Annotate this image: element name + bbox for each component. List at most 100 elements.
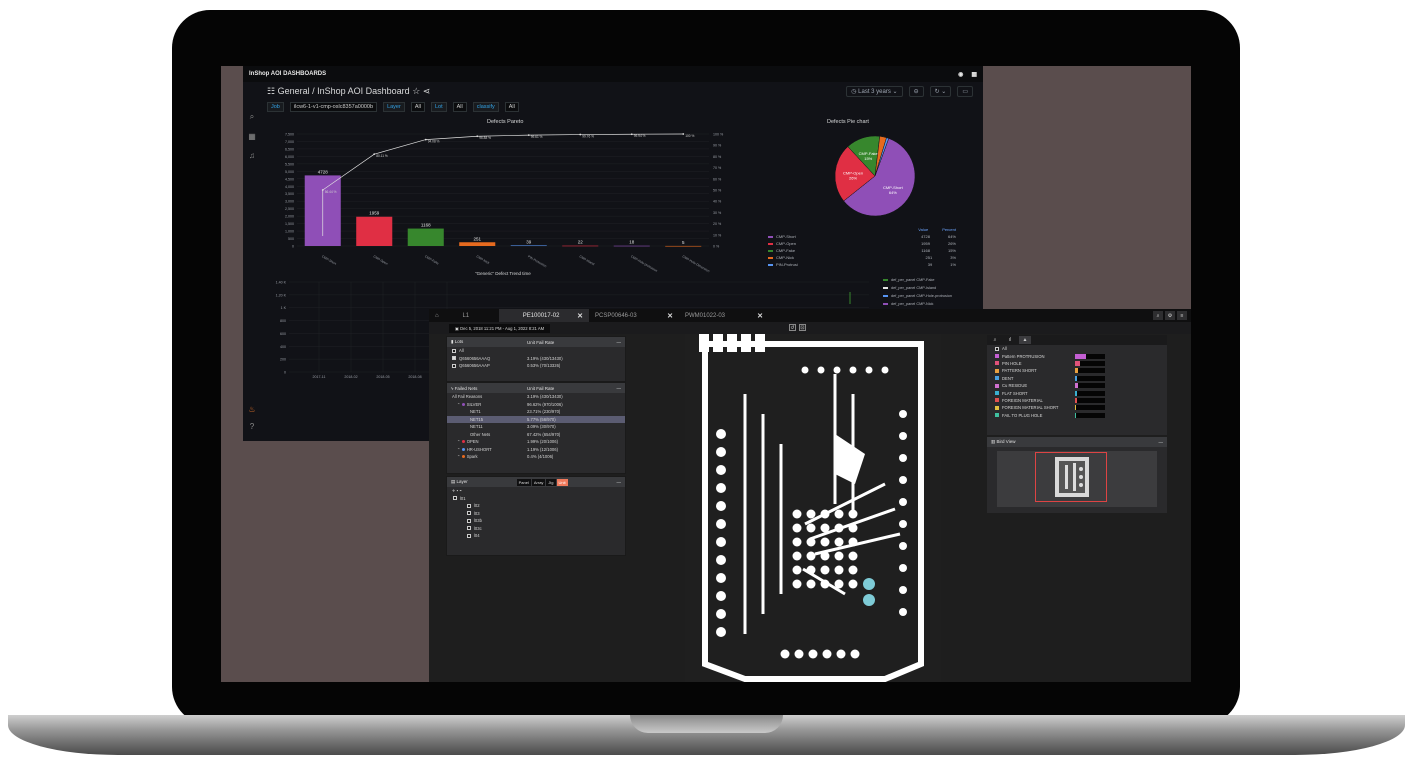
layer-item[interactable]: l02 [447, 502, 625, 510]
close-tab-icon[interactable]: ✕ [667, 312, 673, 320]
breadcrumb-text[interactable]: General / InShop AOI Dashboard [278, 86, 410, 96]
var-classify-select[interactable]: All [504, 102, 519, 112]
tab-pe100017[interactable]: PE100017-02 ✕ [499, 309, 589, 322]
menu-icon[interactable]: ≡ [1177, 311, 1187, 320]
var-lot-select[interactable]: All [452, 102, 467, 112]
lot-row[interactable]: Q6560656AAAQ 3.19% (430/13430) [447, 355, 625, 363]
defect-type-row[interactable]: DENT [987, 375, 1167, 382]
viewport-rectangle[interactable] [1035, 452, 1107, 502]
failed-net-row[interactable]: All Fail Reasons 3.19% (430/13430) [447, 393, 625, 401]
defect-color-checkbox[interactable] [995, 361, 999, 366]
layer-item[interactable]: l04 [447, 532, 625, 540]
trend-legend-row[interactable]: def_per_panel CMP-Hole-protrusion [883, 294, 952, 302]
date-range-picker[interactable]: ▣ Dec 5, 2018 11:21 PM - Aug 1, 2022 8:2… [449, 323, 551, 333]
checkbox[interactable] [452, 363, 456, 368]
help-icon[interactable]: ◉ [958, 71, 963, 78]
checkbox[interactable] [467, 518, 471, 523]
failed-net-row[interactable]: ⌃ OPEN 1.99% (20/1006) [447, 438, 625, 446]
defect-type-row[interactable]: FLAT SHORT [987, 389, 1167, 396]
failed-net-row[interactable]: ⌃ Spark 0.4% (4/1006) [447, 453, 625, 461]
star-icon[interactable]: ☆ [412, 86, 420, 96]
defect-type-row[interactable]: Pattern PROTRUSION [987, 352, 1167, 359]
failed-net-row[interactable]: ⌃ SILVER 96.62% (970/1006) [447, 401, 625, 409]
layer-item[interactable]: l03c [447, 525, 625, 533]
failed-net-row[interactable]: NET1 23.71% (230/970) [447, 408, 625, 416]
pcb-layout-image[interactable] [685, 334, 941, 682]
user-icon[interactable]: ♨ [248, 405, 255, 414]
alert-bell-icon[interactable]: ♫ [249, 151, 255, 160]
close-tab-icon[interactable]: ✕ [757, 312, 763, 320]
failed-net-row[interactable]: NET15 5.77% (56/970) [447, 415, 625, 423]
defect-type-row[interactable]: FAIL TO PLUG HOLE [987, 412, 1167, 419]
chart-tab-icon[interactable]: ıl [1004, 336, 1016, 344]
layer-mode-button[interactable]: Jig [546, 478, 556, 486]
settings-icon[interactable]: ⚙ [1165, 311, 1175, 320]
defect-type-row[interactable]: FOREIGN MATERIAL SHORT [987, 404, 1167, 411]
layer-mode-button[interactable]: Unit [556, 478, 568, 486]
layer-item[interactable]: l01 [447, 495, 625, 503]
trend-legend-row[interactable]: def_per_panel CMP-Island [883, 286, 952, 294]
undo-icon[interactable]: ↺ [789, 324, 796, 331]
layer-mode-button[interactable]: Array [531, 478, 546, 486]
fit-view-icon[interactable]: ⊡ [799, 324, 806, 331]
legend-row[interactable]: CMP-Fake 1168 15% [768, 247, 968, 254]
eye-icon[interactable]: ◓ [459, 488, 462, 493]
tab-home[interactable]: ⌂ L1 [429, 309, 499, 322]
var-job-select[interactable]: ilcw6-1-v1-cmp-oslc8357a0000b [289, 102, 378, 112]
legend-row[interactable]: CMP-Short 4728 64% [768, 233, 968, 240]
layers-tab-icon[interactable]: ▲ [1019, 336, 1031, 344]
apps-grid-icon[interactable]: ▦ [971, 71, 977, 78]
pin-icon[interactable]: ✈ [452, 488, 456, 493]
tab-pwm01022[interactable]: PWM01022-03 ✕ [679, 309, 769, 322]
collapse-icon[interactable]: — [617, 340, 622, 345]
layer-item[interactable]: l03b [447, 517, 625, 525]
var-layer-select[interactable]: All [410, 102, 425, 112]
checkbox[interactable] [452, 356, 456, 361]
defect-color-checkbox[interactable] [995, 413, 999, 418]
trend-legend-row[interactable]: def_per_panel CMP-Fake [883, 278, 952, 286]
collapse-icon[interactable]: — [617, 386, 622, 391]
collapse-icon[interactable]: — [1159, 440, 1164, 445]
bird-view-canvas[interactable] [997, 451, 1157, 507]
expand-chevron-icon[interactable]: ⌃ [457, 454, 461, 459]
defect-color-checkbox[interactable] [995, 398, 999, 403]
expand-chevron-icon[interactable]: ⌃ [457, 439, 461, 444]
defect-type-row[interactable]: PATTERN SHORT [987, 367, 1167, 374]
failed-net-row[interactable]: ⌃ HR-USHORT 1.19% (12/1006) [447, 446, 625, 454]
tv-mode-icon[interactable]: ▭ [957, 86, 973, 97]
layer-item[interactable]: l03 [447, 510, 625, 518]
zoom-tab-icon[interactable]: ⌕ [989, 336, 1001, 344]
legend-row[interactable]: PIN-Protrusi 39 1% [768, 261, 968, 268]
layer-mode-button[interactable]: Panel [516, 478, 531, 486]
zoom-out-icon[interactable]: ⊖ [908, 86, 924, 97]
defect-color-checkbox[interactable] [995, 383, 999, 388]
close-tab-icon[interactable]: ✕ [577, 312, 583, 320]
defect-color-checkbox[interactable] [995, 354, 999, 359]
search-icon[interactable]: ⌕ [250, 112, 254, 122]
legend-row[interactable]: CMP-Nick 251 3% [768, 254, 968, 261]
lot-row[interactable]: All [447, 347, 625, 355]
refresh-icon[interactable]: ↻ ⌄ [929, 86, 952, 97]
defect-color-checkbox[interactable] [995, 376, 999, 381]
dashboards-icon[interactable]: ▦ [248, 132, 256, 141]
expand-chevron-icon[interactable]: ⌃ [457, 447, 461, 452]
checkbox[interactable] [995, 346, 999, 351]
search-icon[interactable]: ⌕ [1153, 311, 1163, 320]
checkbox[interactable] [467, 533, 471, 538]
legend-row[interactable]: CMP-Open 1959 26% [768, 240, 968, 247]
help-circle-icon[interactable]: ? [250, 422, 254, 431]
expand-chevron-icon[interactable]: ⌃ [457, 402, 461, 407]
time-range-picker[interactable]: ◷ Last 3 years ⌄ [846, 86, 903, 97]
checkbox[interactable] [453, 496, 457, 501]
defect-color-checkbox[interactable] [995, 405, 999, 410]
share-icon[interactable]: ⋖ [423, 86, 431, 96]
defect-color-checkbox[interactable] [995, 391, 999, 396]
lock-icon[interactable]: ▪ [457, 488, 459, 493]
checkbox[interactable] [467, 503, 471, 508]
checkbox[interactable] [452, 348, 456, 353]
defects-all-row[interactable]: All [987, 345, 1167, 352]
checkbox[interactable] [467, 511, 471, 516]
defect-type-row[interactable]: Cu RESIDUE [987, 382, 1167, 389]
defect-type-row[interactable]: FOREIGN MATERIAL [987, 397, 1167, 404]
checkbox[interactable] [467, 526, 471, 531]
